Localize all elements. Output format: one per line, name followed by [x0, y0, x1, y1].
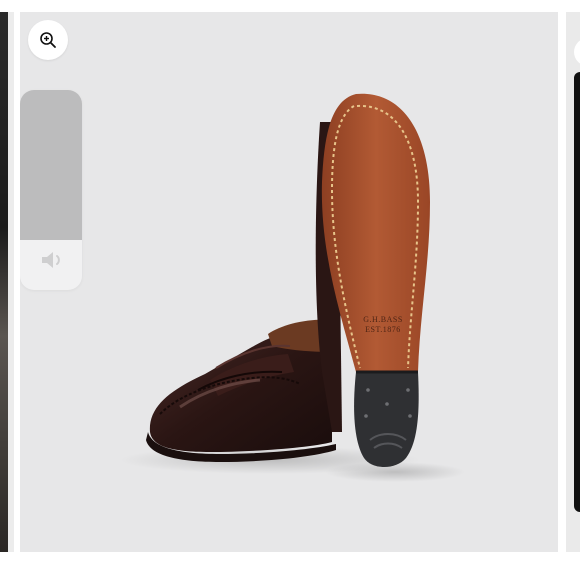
next-slide-peek[interactable] — [566, 12, 580, 552]
volume-level-fill — [20, 90, 82, 240]
product-image-loafers — [120, 93, 465, 482]
next-slide-image — [574, 72, 580, 512]
zoom-button[interactable] — [28, 20, 68, 60]
sole-stamp-line1: G.H.BASS — [363, 315, 403, 324]
volume-slider[interactable] — [20, 90, 82, 290]
zoom-in-icon — [40, 32, 56, 48]
speaker-icon — [42, 252, 60, 268]
next-slide-zoom-button — [574, 38, 580, 66]
sole-stamp-line2: EST.1876 — [365, 325, 401, 334]
main-product-slide: G.H.BASS EST.1876 — [20, 12, 558, 552]
previous-slide-peek[interactable] — [0, 12, 14, 552]
previous-slide-image — [0, 12, 8, 552]
image-carousel: G.H.BASS EST.1876 — [0, 0, 580, 580]
sole-brand-stamp: G.H.BASS EST.1876 — [348, 315, 418, 335]
